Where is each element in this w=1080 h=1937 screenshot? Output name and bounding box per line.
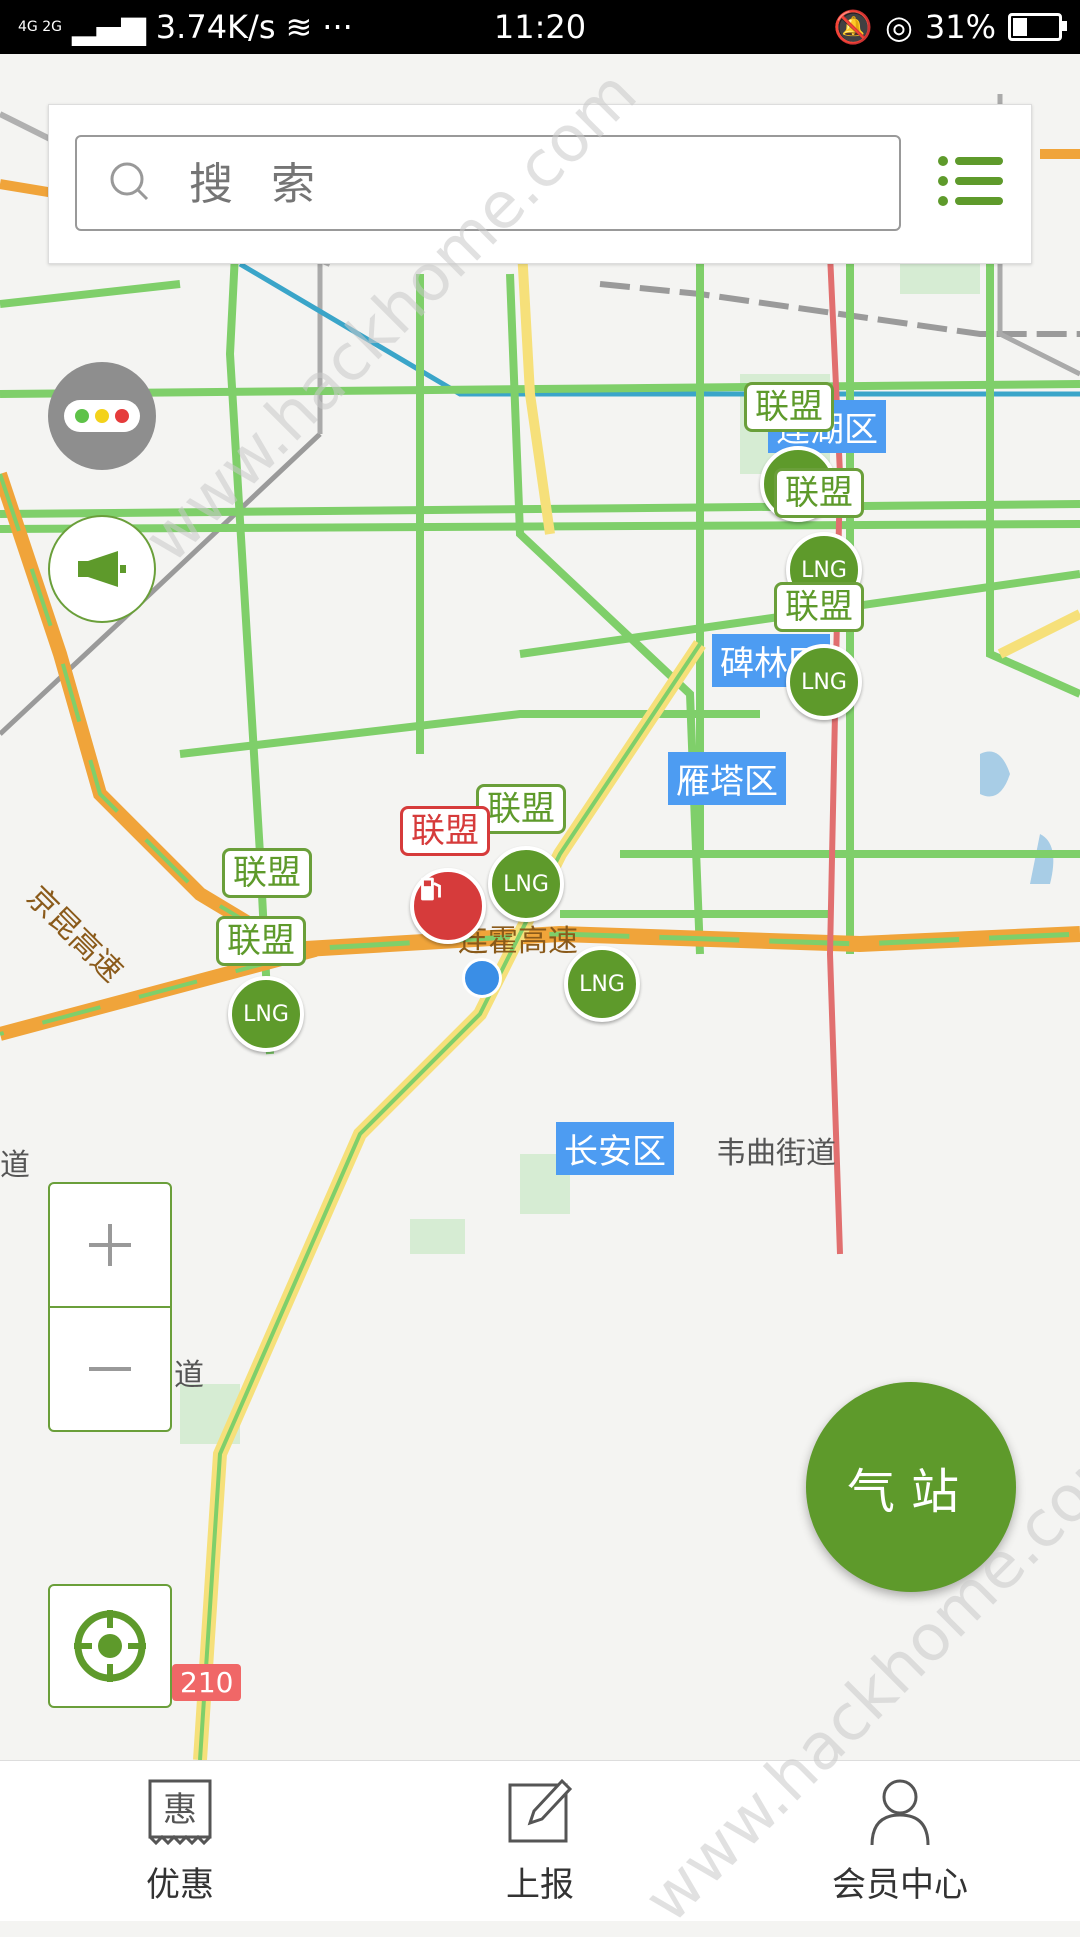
search-input[interactable]: [187, 151, 871, 217]
bottom-nav: 惠 优惠 上报 会员中心: [0, 1760, 1080, 1921]
search-icon: [110, 162, 149, 201]
station-bubble[interactable]: 联盟: [216, 916, 306, 966]
crosshair-icon: [74, 1610, 146, 1682]
discount-icon: 惠: [148, 1779, 212, 1846]
bell-off-icon: 🔕: [833, 8, 873, 46]
nav-item-member[interactable]: 会员中心: [800, 1775, 1000, 1915]
area-label: 雁塔区: [668, 752, 786, 805]
nav-item-report[interactable]: 上报: [440, 1775, 640, 1915]
nav-label: 上报: [506, 1865, 574, 1905]
search-box[interactable]: [75, 135, 901, 231]
nav-label: 会员中心: [832, 1865, 968, 1905]
member-icon: [870, 1779, 930, 1846]
station-bubble[interactable]: 联盟: [744, 382, 834, 432]
location-icon: ◎: [884, 8, 913, 46]
battery-percent: 31%: [924, 8, 996, 46]
place-label: 道: [174, 1358, 204, 1393]
traffic-toggle-button[interactable]: [48, 362, 156, 470]
broadcast-button[interactable]: [48, 515, 156, 623]
battery-icon: [1008, 13, 1067, 41]
plus-icon: [89, 1224, 131, 1266]
search-panel: [48, 104, 1032, 264]
zoom-in-button[interactable]: [50, 1184, 170, 1306]
svg-text:惠: 惠: [163, 1790, 197, 1830]
station-bubble[interactable]: 联盟: [774, 468, 864, 518]
place-label: 韦曲街道: [716, 1136, 836, 1171]
nav-label: 优惠: [146, 1865, 214, 1905]
place-label: 道: [0, 1148, 30, 1183]
minus-icon: [89, 1367, 131, 1371]
status-bar: 4G 2G ▂▄▆ 3.74K/s ≋ ··· 11:20 🔕 ◎ 31%: [0, 0, 1080, 54]
fuel-pump-icon[interactable]: [410, 868, 486, 944]
nav-item-discount[interactable]: 惠 优惠: [80, 1775, 280, 1915]
lng-station-pin[interactable]: LNG: [564, 946, 640, 1022]
road-shield: 210: [172, 1664, 242, 1701]
area-label: 长安区: [556, 1122, 674, 1175]
station-bubble[interactable]: 联盟: [222, 848, 312, 898]
megaphone-icon: [78, 551, 126, 587]
report-icon: [508, 1778, 573, 1843]
gas-station-button[interactable]: 气站: [806, 1382, 1016, 1592]
current-location-icon: [462, 958, 502, 998]
lng-station-pin[interactable]: LNG: [488, 846, 564, 922]
lng-station-pin[interactable]: LNG: [228, 976, 304, 1052]
selected-station-bubble[interactable]: 联盟: [400, 806, 490, 856]
zoom-out-button[interactable]: [50, 1308, 170, 1430]
lng-station-pin[interactable]: LNG: [786, 644, 862, 720]
station-bubble[interactable]: 联盟: [774, 582, 864, 632]
zoom-control: [48, 1182, 172, 1432]
list-menu-icon[interactable]: [937, 153, 1003, 209]
traffic-light-icon: [64, 400, 140, 432]
locate-button[interactable]: [48, 1584, 172, 1708]
